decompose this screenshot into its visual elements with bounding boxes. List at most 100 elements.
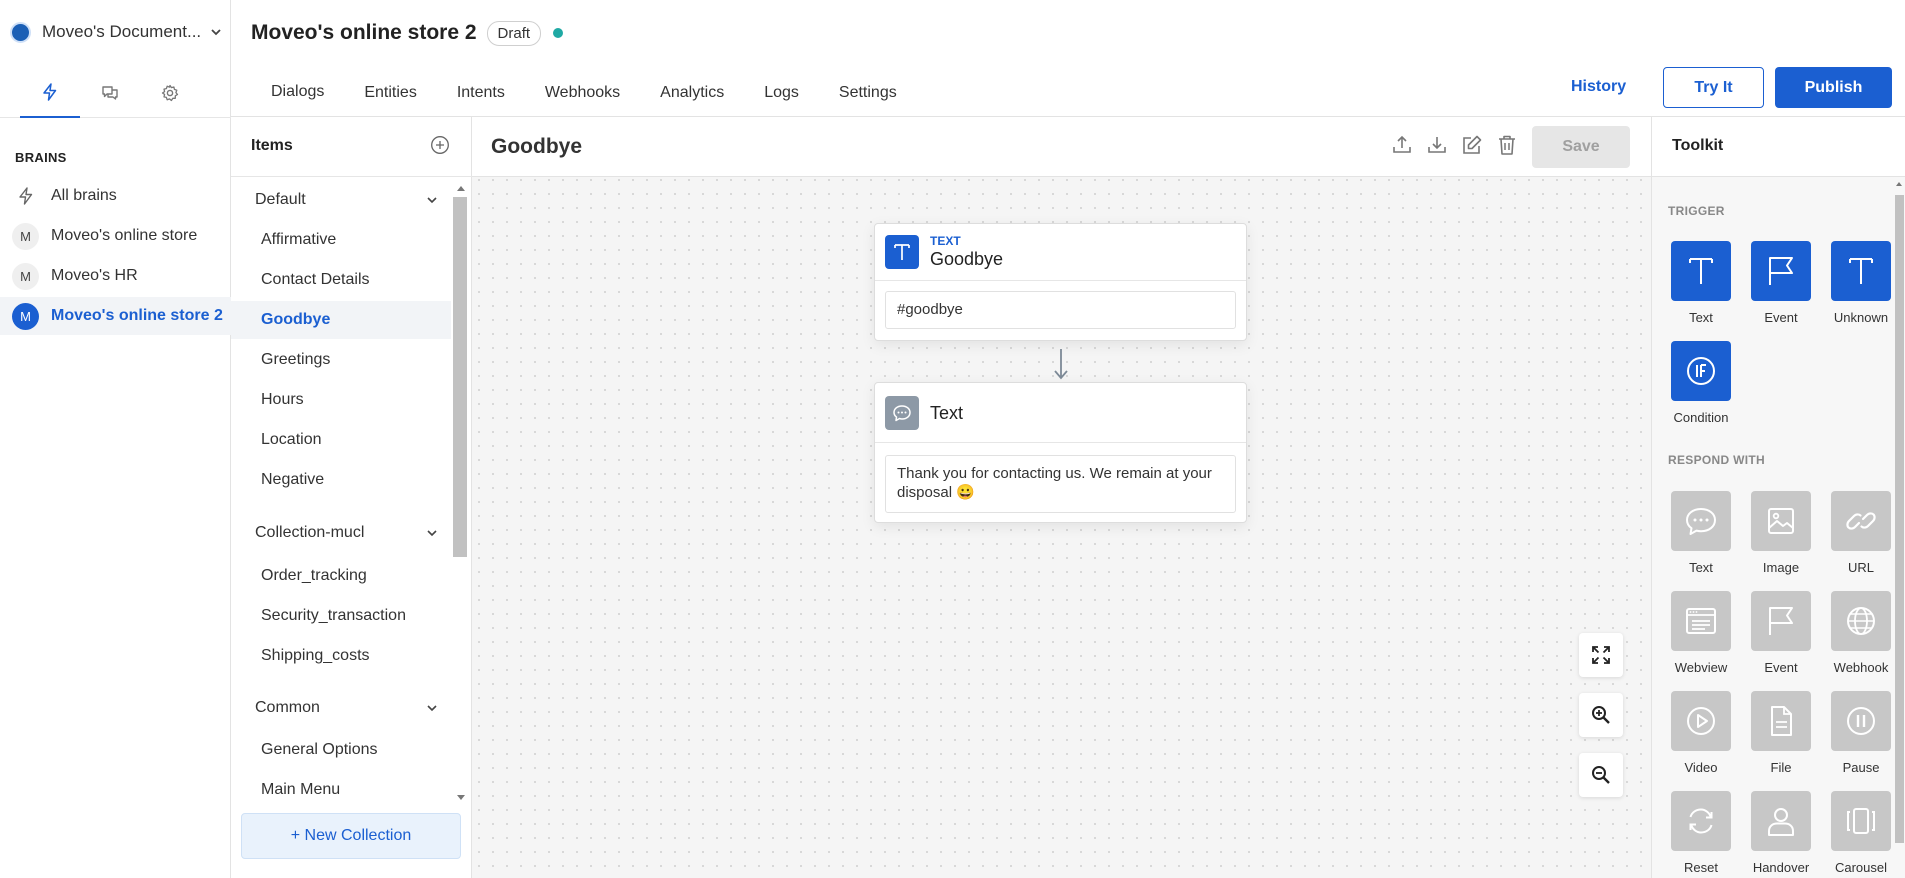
toolkit-scrollbar-thumb[interactable] xyxy=(1895,195,1904,843)
fit-screen-button[interactable] xyxy=(1579,633,1623,677)
sidebar-item-all-brains[interactable]: All brains xyxy=(0,177,231,215)
conversations-tab[interactable] xyxy=(80,68,140,118)
items-scrollbar-thumb[interactable] xyxy=(453,197,467,557)
toolkit-panel: Toolkit TRIGGER Text Event Unknown Condi… xyxy=(1651,117,1905,878)
gear-icon xyxy=(160,83,180,103)
tool-response-text[interactable]: Text xyxy=(1668,491,1734,575)
sidebar-item-hr[interactable]: M Moveo's HR xyxy=(0,257,231,295)
response-card[interactable]: Text Thank you for contacting us. We rem… xyxy=(874,382,1247,523)
tool-label: Webview xyxy=(1674,660,1728,675)
collection-group-default[interactable]: Default xyxy=(231,181,451,219)
export-icon[interactable] xyxy=(1390,133,1414,157)
tool-trigger-text[interactable]: Text xyxy=(1668,241,1734,325)
zoom-out-button[interactable] xyxy=(1579,753,1623,797)
save-button[interactable]: Save xyxy=(1532,126,1630,168)
tool-trigger-condition[interactable]: Condition xyxy=(1668,341,1734,425)
zoom-in-button[interactable] xyxy=(1579,693,1623,737)
list-item[interactable]: Main Menu xyxy=(231,771,451,809)
tool-trigger-unknown[interactable]: Unknown xyxy=(1828,241,1894,325)
collection-group-collection-mucl[interactable]: Collection-mucl xyxy=(231,514,451,552)
text-t-icon xyxy=(1671,241,1731,301)
tab-webhooks[interactable]: Webhooks xyxy=(525,68,640,118)
items-title: Items xyxy=(251,137,293,154)
response-message-box[interactable]: Thank you for contacting us. We remain a… xyxy=(885,455,1236,513)
list-item[interactable]: General Options xyxy=(231,731,451,769)
dialog-title: Goodbye xyxy=(491,135,583,158)
file-icon xyxy=(1751,691,1811,751)
tab-intents[interactable]: Intents xyxy=(437,68,525,118)
list-item[interactable]: Location xyxy=(231,421,451,459)
condition-if-icon xyxy=(1671,341,1731,401)
tool-response-webhook[interactable]: Webhook xyxy=(1828,591,1894,675)
chat-bubble-icon xyxy=(885,396,919,430)
sidebar-item-label: Moveo's HR xyxy=(51,267,138,284)
add-item-icon[interactable] xyxy=(430,135,450,155)
list-item[interactable]: Hours xyxy=(231,381,451,419)
workspace-name: Moveo's Document... xyxy=(42,22,202,41)
tool-response-event[interactable]: Event xyxy=(1748,591,1814,675)
sidebar-item-online-store-2[interactable]: M Moveo's online store 2 xyxy=(0,297,231,335)
trigger-card[interactable]: TEXT Goodbye #goodbye xyxy=(874,223,1247,341)
publish-button[interactable]: Publish xyxy=(1775,67,1892,108)
tab-entities[interactable]: Entities xyxy=(344,68,436,118)
text-t-icon xyxy=(885,235,919,269)
list-item[interactable]: Greetings xyxy=(231,341,451,379)
lightning-icon xyxy=(40,82,60,102)
collection-group-common[interactable]: Common xyxy=(231,689,451,727)
tool-response-file[interactable]: File xyxy=(1748,691,1814,775)
flag-icon xyxy=(1751,241,1811,301)
main-tabs: Dialogs Entities Intents Webhooks Analyt… xyxy=(251,68,917,118)
try-it-button[interactable]: Try It xyxy=(1663,67,1764,108)
tool-response-webview[interactable]: Webview xyxy=(1668,591,1734,675)
items-header: Items xyxy=(231,117,472,177)
tool-response-carousel[interactable]: Carousel xyxy=(1828,791,1894,875)
tab-settings[interactable]: Settings xyxy=(819,68,917,118)
tool-response-url[interactable]: URL xyxy=(1828,491,1894,575)
tool-response-handover[interactable]: Handover xyxy=(1748,791,1814,875)
response-title: Text xyxy=(930,403,964,423)
sidebar-item-label: Moveo's online store xyxy=(51,227,198,244)
import-icon[interactable] xyxy=(1425,133,1449,157)
tool-response-video[interactable]: Video xyxy=(1668,691,1734,775)
sidebar-item-label: All brains xyxy=(51,187,117,204)
tool-label: Video xyxy=(1684,760,1718,775)
webview-icon xyxy=(1671,591,1731,651)
trigger-value[interactable]: #goodbye xyxy=(885,291,1236,329)
avatar: M xyxy=(12,262,39,290)
settings-tab[interactable] xyxy=(140,68,200,118)
globe-icon xyxy=(1831,591,1891,651)
list-item[interactable]: Affirmative xyxy=(231,221,451,259)
tool-trigger-event[interactable]: Event xyxy=(1748,241,1814,325)
list-item[interactable]: Security_transaction xyxy=(231,597,451,635)
tool-response-pause[interactable]: Pause xyxy=(1828,691,1894,775)
tab-logs[interactable]: Logs xyxy=(744,68,819,118)
list-item[interactable]: Order_tracking xyxy=(231,557,451,595)
new-collection-button[interactable]: + New Collection xyxy=(241,813,461,859)
status-badge: Draft xyxy=(486,20,542,46)
carousel-icon xyxy=(1831,791,1891,851)
edit-icon[interactable] xyxy=(1460,133,1484,157)
list-item[interactable]: Negative xyxy=(231,461,451,499)
tab-analytics[interactable]: Analytics xyxy=(640,68,744,118)
trigger-section-label: TRIGGER xyxy=(1668,204,1725,218)
dialog-canvas[interactable]: Goodbye Save TEXT Goodbye #goodbye Text … xyxy=(472,117,1651,878)
tool-response-image[interactable]: Image xyxy=(1748,491,1814,575)
collection-name: Collection-mucl xyxy=(255,524,365,541)
sidebar-item-online-store[interactable]: M Moveo's online store xyxy=(0,217,231,255)
trigger-type-label: TEXT xyxy=(930,234,961,248)
list-item[interactable]: Shipping_costs xyxy=(231,637,451,675)
tool-label: Text xyxy=(1689,310,1713,325)
smile-emoji: 😀 xyxy=(956,484,975,501)
tool-response-reset[interactable]: Reset xyxy=(1668,791,1734,875)
trigger-title: Goodbye xyxy=(930,249,1004,269)
history-link[interactable]: History xyxy=(1571,78,1626,96)
tab-dialogs[interactable]: Dialogs xyxy=(251,68,345,118)
list-item[interactable]: Contact Details xyxy=(231,261,451,299)
tool-label: Image xyxy=(1762,560,1800,575)
trash-icon[interactable] xyxy=(1495,133,1519,157)
brains-heading: BRAINS xyxy=(15,150,67,165)
brains-tab[interactable] xyxy=(20,68,80,118)
workspace-selector[interactable]: Moveo's Document... xyxy=(10,20,223,44)
list-item[interactable]: Goodbye xyxy=(231,301,451,339)
tool-label: Unknown xyxy=(1833,310,1889,325)
